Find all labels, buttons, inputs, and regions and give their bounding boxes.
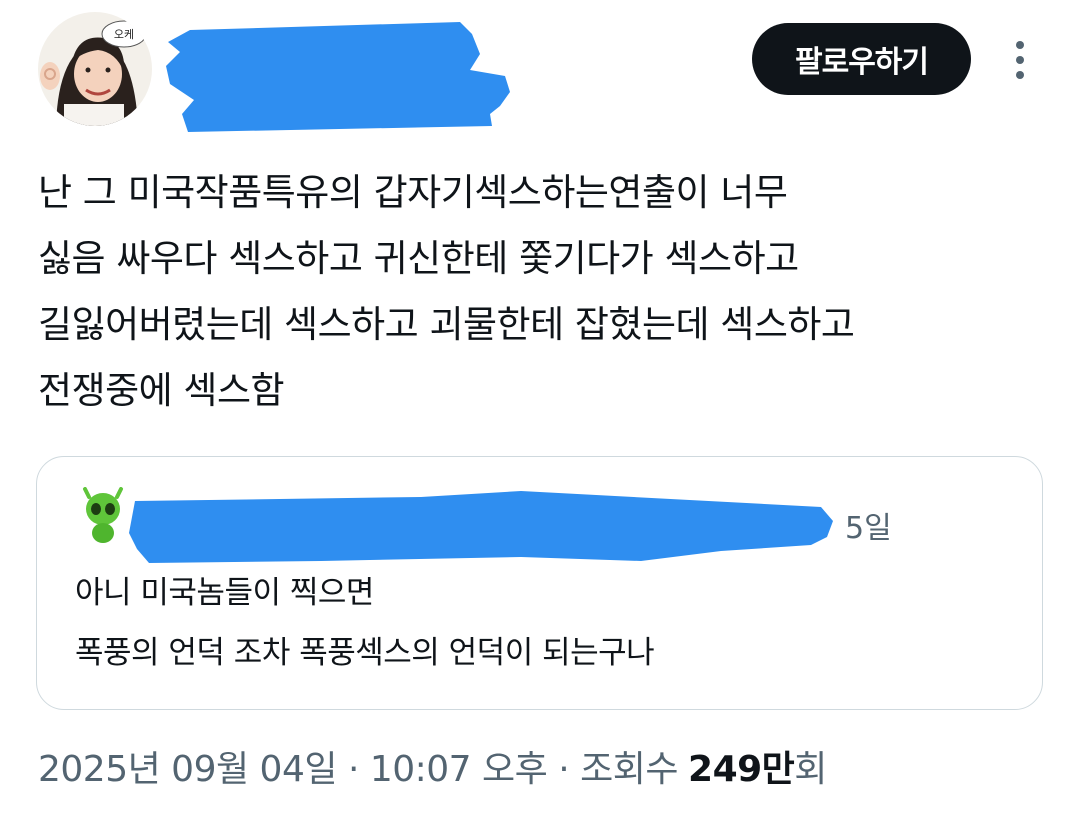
follow-button-label: 팔로우하기 [795,45,929,80]
quoted-tweet-line: 아니 미국놈들이 찍으면 [75,575,374,611]
tweet-text: 난 그 미국작품특유의 갑자기섹스하는연출이 너무 싫음 싸우다 섹스하고 귀신… [38,160,1048,424]
redaction-mark [166,22,510,132]
redacted-author-name [160,14,520,138]
tweet-time[interactable]: 10:07 오후 [370,749,548,790]
avatar-speech-text: 오케 [114,28,134,41]
redaction-mark [129,491,833,563]
follow-button[interactable]: 팔로우하기 [752,23,971,95]
quoted-tweet-text: 아니 미국놈들이 찍으면 폭풍의 언덕 조차 폭풍섹스의 언덕이 되는구나 [75,563,655,683]
more-options-button[interactable] [1003,38,1037,82]
meta-separator: · [558,749,570,790]
views-count: 249만 [688,749,795,790]
views-label: 조회수 [580,749,679,790]
quoted-author-avatar[interactable] [81,487,125,545]
tweet-text-line: 길잃어버렸는데 섹스하고 괴물한테 잡혔는데 섹스하고 [38,303,855,346]
avatar-photo: 오케 [38,12,152,126]
quoted-tweet-line: 폭풍의 언덕 조차 폭풍섹스의 언덕이 되는구나 [75,635,655,671]
tweet-meta: 2025년 09월 04일 · 10:07 오후 · 조회수 249만회 [38,740,827,792]
meta-separator: · [347,749,359,790]
alien-avatar-icon [83,487,123,543]
tweet-date[interactable]: 2025년 09월 04일 [38,749,337,790]
quoted-tweet-time: 5일 [845,511,892,546]
tweet-text-line: 난 그 미국작품특유의 갑자기섹스하는연출이 너무 [38,171,788,214]
author-avatar[interactable]: 오케 [38,12,152,126]
redacted-quoted-author [121,477,841,565]
more-vertical-icon [1016,41,1024,79]
tweet-text-line: 싫음 싸우다 섹스하고 귀신한테 쫓기다가 섹스하고 [38,237,799,280]
quoted-tweet-card[interactable]: 5일 아니 미국놈들이 찍으면 폭풍의 언덕 조차 폭풍섹스의 언덕이 되는구나 [36,456,1043,710]
tweet-page: 오케 팔로우하기 난 그 미국작품특유의 갑자기섹스하는연출이 너무 싫음 싸우… [0,0,1080,817]
views-suffix: 회 [794,749,827,790]
tweet-text-line: 전쟁중에 섹스함 [38,369,285,412]
